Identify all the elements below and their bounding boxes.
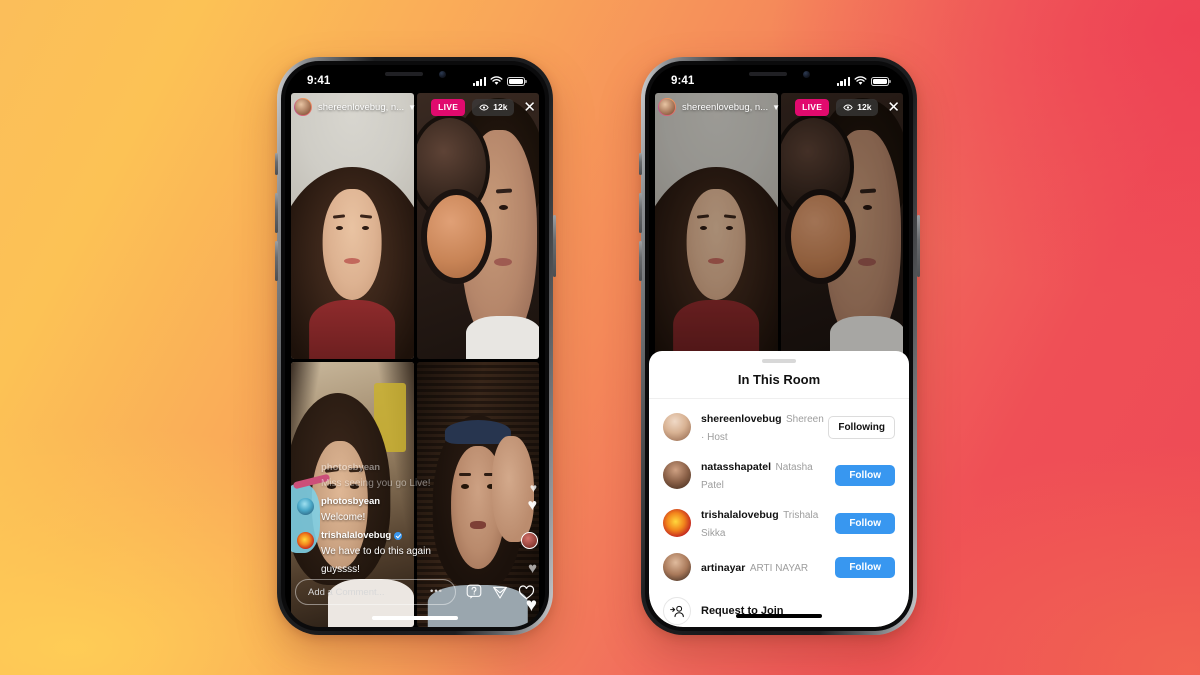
question-box-icon[interactable] xyxy=(466,584,482,600)
live-title: shereenlovebug, n... xyxy=(682,101,769,113)
avatar xyxy=(663,413,691,441)
avatar xyxy=(297,532,314,549)
home-indicator xyxy=(736,614,822,618)
wifi-icon xyxy=(854,76,867,85)
eye-icon xyxy=(479,104,489,110)
avatar xyxy=(663,509,691,537)
verified-badge-icon xyxy=(394,531,403,540)
comment-username: photosbyean xyxy=(321,462,381,473)
list-item[interactable]: artinayar ARTI NAYAR Follow xyxy=(649,547,909,587)
front-camera-icon xyxy=(438,70,446,78)
participant-fullname: ARTI NAYAR xyxy=(749,563,809,574)
list-item[interactable]: natasshapatel Natasha Patel Follow xyxy=(649,451,909,499)
phone-bezel: 9:41 xyxy=(645,61,913,631)
phone-bezel: 9:41 xyxy=(281,61,549,631)
earpiece-speaker xyxy=(748,72,787,76)
battery-icon xyxy=(507,76,527,86)
battery-icon xyxy=(871,76,891,86)
comment-username: photosbyean xyxy=(321,496,381,507)
comment-username: trishalalovebug xyxy=(321,530,392,541)
comment-item: photosbyean Welcome! xyxy=(297,496,465,525)
avatar xyxy=(663,553,691,581)
chevron-down-icon[interactable]: ▼ xyxy=(772,103,780,112)
volume-up-button[interactable] xyxy=(638,193,642,233)
notch xyxy=(721,65,837,85)
silence-switch[interactable] xyxy=(274,153,278,175)
add-person-icon xyxy=(663,597,691,625)
home-indicator xyxy=(372,616,458,620)
comment-text: We have to do this again guyssss! xyxy=(321,546,431,575)
close-icon[interactable]: ✕ xyxy=(523,100,536,115)
power-button[interactable] xyxy=(916,215,920,277)
volume-up-button[interactable] xyxy=(274,193,278,233)
live-badge: LIVE xyxy=(431,98,466,116)
viewer-count[interactable]: 12k xyxy=(836,98,879,116)
host-avatar[interactable] xyxy=(294,98,312,116)
list-item[interactable]: shereenlovebug Shereen · Host Following xyxy=(649,403,909,451)
status-indicators xyxy=(472,76,527,86)
heart-icon: ♥ xyxy=(527,497,538,514)
list-item[interactable]: trishalalovebug Trishala Sikka Follow xyxy=(649,499,909,547)
comment-text: Miss seeing you go Live! xyxy=(321,478,431,489)
live-header: shereenlovebug, n... ▼ LIVE 12k ✕ xyxy=(294,96,536,118)
follow-button[interactable]: Follow xyxy=(835,464,895,486)
viewer-count-value: 12k xyxy=(493,102,508,112)
chevron-down-icon[interactable]: ▼ xyxy=(408,103,416,112)
live-title: shereenlovebug, n... xyxy=(318,101,405,113)
comment-item: trishalalovebug We have to do this again… xyxy=(297,530,465,577)
video-tile-guest-1[interactable] xyxy=(416,93,539,359)
participant-username: artinayar xyxy=(701,562,746,574)
follow-button[interactable]: Follow xyxy=(835,556,895,578)
participant-list: shereenlovebug Shereen · Host Following … xyxy=(649,399,909,587)
earpiece-speaker xyxy=(384,72,423,76)
in-this-room-sheet: In This Room shereenlovebug Shereen · Ho… xyxy=(649,351,909,627)
live-badge: LIVE xyxy=(795,98,830,116)
phone-screen-left: 9:41 ♥ ♥ ♥ ♥ shereenlovebug, n... ▼ LIVE… xyxy=(285,65,545,627)
front-camera-icon xyxy=(802,70,810,78)
following-button[interactable]: Following xyxy=(828,415,895,439)
volume-down-button[interactable] xyxy=(638,241,642,281)
sheet-title: In This Room xyxy=(649,372,909,399)
comment-input[interactable]: Add a Comment... ••• xyxy=(295,579,456,605)
heart-icon[interactable] xyxy=(518,584,535,601)
participant-username: trishalalovebug xyxy=(701,509,779,521)
silence-switch[interactable] xyxy=(638,153,642,175)
video-tile-host[interactable] xyxy=(291,93,414,359)
cellular-bars-icon xyxy=(472,76,486,86)
participant-username: natasshapatel xyxy=(701,461,772,473)
wifi-icon xyxy=(490,76,503,85)
paper-plane-icon[interactable] xyxy=(492,584,508,600)
follow-button[interactable]: Follow xyxy=(835,512,895,534)
phone-screen-right: 9:41 shereenlovebug, n... ▼ LIVE 12k ✕ I… xyxy=(649,65,909,627)
heart-icon: ♥ xyxy=(529,481,537,495)
avatar xyxy=(297,498,314,515)
cellular-bars-icon xyxy=(836,76,850,86)
host-avatar[interactable] xyxy=(658,98,676,116)
sheet-grabber[interactable] xyxy=(762,359,796,363)
avatar xyxy=(663,461,691,489)
eye-icon xyxy=(843,104,853,110)
phone-device-right: 9:41 shereenlovebug, n... ▼ LIVE 12k ✕ I… xyxy=(638,57,920,635)
notch xyxy=(357,65,473,85)
heart-avatar xyxy=(521,532,538,549)
viewer-count-value: 12k xyxy=(857,102,872,112)
status-time: 9:41 xyxy=(307,75,331,87)
volume-down-button[interactable] xyxy=(274,241,278,281)
status-time: 9:41 xyxy=(671,75,695,87)
phone-device-left: 9:41 ♥ ♥ ♥ ♥ shereenlovebug, n... ▼ LIVE… xyxy=(274,57,556,635)
heart-icon: ♥ xyxy=(528,560,537,577)
comment-text: Welcome! xyxy=(321,512,366,523)
background-glow xyxy=(0,0,1200,675)
viewer-count[interactable]: 12k xyxy=(472,98,515,116)
comment-item: photosbyean Miss seeing you go Live! xyxy=(297,462,465,491)
participant-username: shereenlovebug xyxy=(701,413,782,425)
comment-placeholder: Add a Comment... xyxy=(308,586,385,598)
close-icon[interactable]: ✕ xyxy=(887,100,900,115)
comments-overlay: photosbyean Miss seeing you go Live! pho… xyxy=(297,457,465,577)
request-to-join-row[interactable]: Request to Join xyxy=(649,587,909,625)
live-bottom-bar: Add a Comment... ••• xyxy=(295,579,535,605)
power-button[interactable] xyxy=(552,215,556,277)
live-header: shereenlovebug, n... ▼ LIVE 12k ✕ xyxy=(658,96,900,118)
status-indicators xyxy=(836,76,891,86)
